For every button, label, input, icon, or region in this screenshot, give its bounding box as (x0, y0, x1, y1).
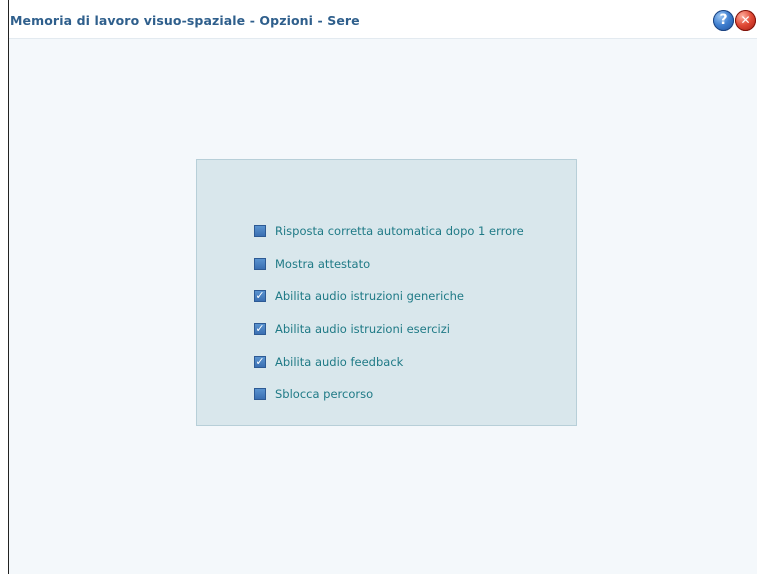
window-title: Memoria di lavoro visuo-spaziale - Opzio… (10, 13, 360, 28)
option-label: Sblocca percorso (275, 387, 374, 402)
option-show-certificate[interactable]: Mostra attestato (254, 248, 524, 281)
option-audio-general-instructions[interactable]: ✓ Abilita audio istruzioni generiche (254, 280, 524, 313)
help-icon[interactable]: ? (713, 10, 734, 31)
check-icon: ✓ (255, 289, 265, 303)
checkbox[interactable]: ✓ (254, 289, 266, 303)
checkbox[interactable]: ✓ (254, 322, 266, 336)
checkbox[interactable]: ✓ (254, 354, 266, 368)
check-icon: ✓ (255, 354, 265, 368)
option-label: Mostra attestato (275, 256, 371, 271)
title-bar-controls: ? ✕ (713, 10, 757, 32)
option-audio-exercise-instructions[interactable]: ✓ Abilita audio istruzioni esercizi (254, 313, 524, 346)
options-window: Memoria di lavoro visuo-spaziale - Opzio… (8, 0, 757, 574)
options-panel: Risposta corretta automatica dopo 1 erro… (196, 159, 577, 426)
checkbox[interactable] (254, 225, 266, 238)
option-label: Risposta corretta automatica dopo 1 erro… (275, 224, 524, 239)
check-icon: ✓ (255, 322, 265, 336)
option-auto-correct[interactable]: Risposta corretta automatica dopo 1 erro… (254, 215, 524, 248)
option-label: Abilita audio istruzioni esercizi (275, 322, 450, 337)
title-bar: Memoria di lavoro visuo-spaziale - Opzio… (9, 0, 757, 39)
option-label: Abilita audio istruzioni generiche (275, 289, 464, 304)
options-list: Risposta corretta automatica dopo 1 erro… (254, 215, 524, 411)
checkbox[interactable] (254, 388, 266, 401)
checkbox[interactable] (254, 257, 266, 270)
option-audio-feedback[interactable]: ✓ Abilita audio feedback (254, 345, 524, 378)
option-unlock-path[interactable]: Sblocca percorso (254, 378, 524, 411)
option-label: Abilita audio feedback (275, 354, 404, 369)
close-icon[interactable]: ✕ (735, 10, 756, 31)
